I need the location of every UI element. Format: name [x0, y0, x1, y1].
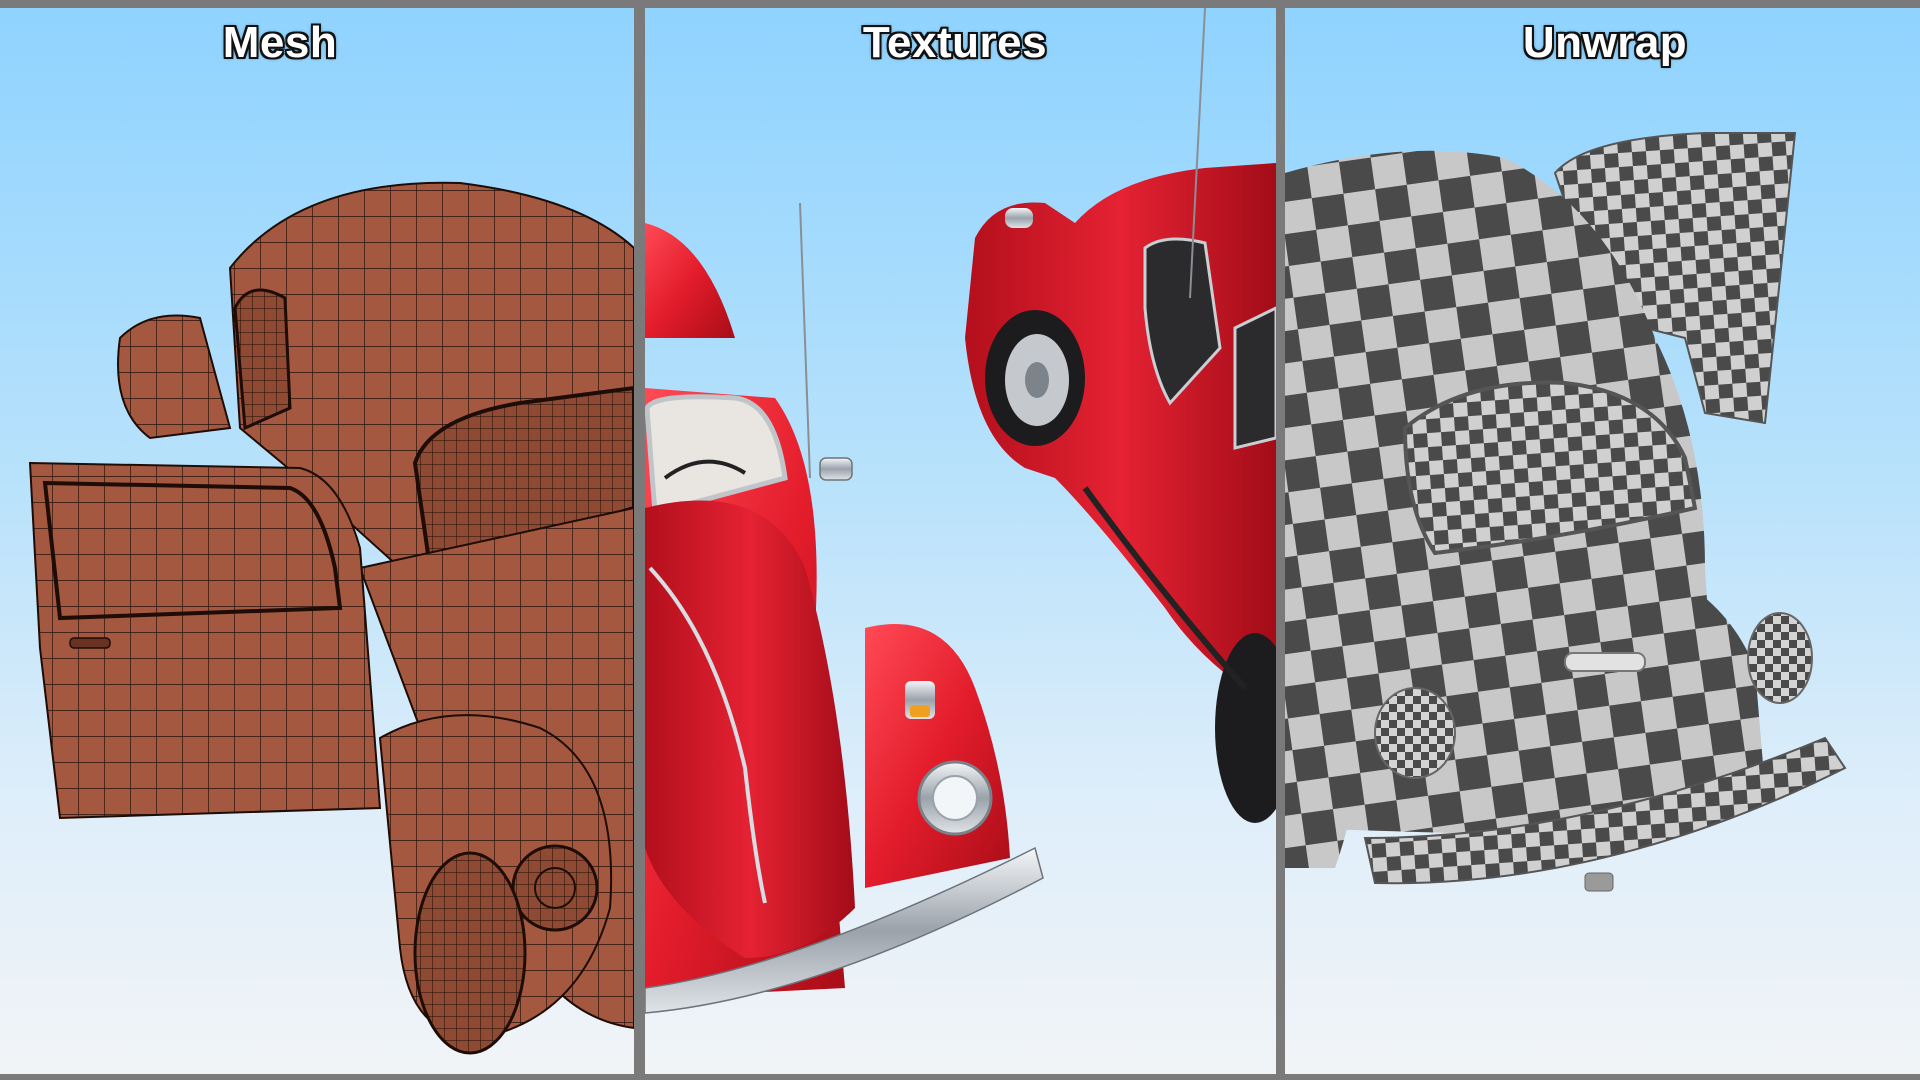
- checker-uv-car-illustration: [1285, 132, 1847, 892]
- mesh-panel-title: Mesh: [222, 18, 338, 67]
- mesh-panel: Mesh: [0, 8, 634, 1074]
- textures-panel-title: Textures: [862, 18, 1048, 67]
- unwrap-panel: Unwrap: [1285, 8, 1920, 1074]
- comparison-frame: Mesh Textures Unwrap: [0, 0, 1920, 1080]
- textured-car-illustration: [645, 8, 1276, 1014]
- unwrap-panel-title: Unwrap: [1522, 18, 1688, 67]
- wireframe-car-illustration: [28, 181, 634, 1055]
- textures-panel: Textures: [645, 8, 1276, 1074]
